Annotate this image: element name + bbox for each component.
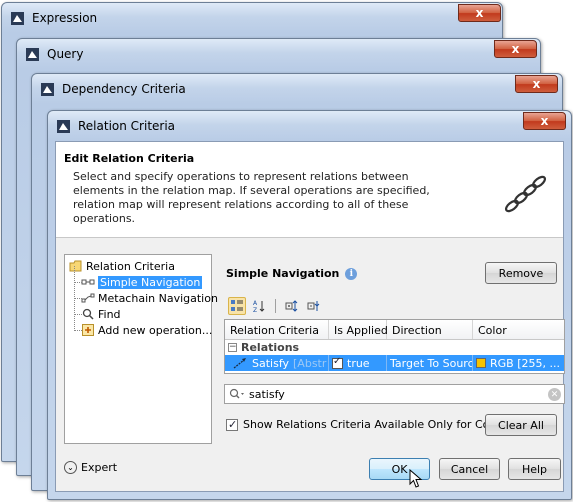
dialog-header: Edit Relation Criteria Select and specif… — [56, 142, 563, 238]
row-name: Satisfy — [252, 356, 290, 370]
dependency-close-button[interactable]: x — [515, 75, 558, 93]
table-row[interactable]: Satisfy [Abstr true Target To Source RGB… — [225, 355, 564, 371]
relation-title-bar[interactable]: Relation Criteria — [48, 111, 571, 141]
collapse-all-icon — [307, 301, 320, 311]
app-icon — [11, 11, 24, 25]
remove-button[interactable]: Remove — [485, 262, 557, 284]
context-only-checkbox[interactable] — [226, 418, 238, 431]
tree-root[interactable]: Relation Criteria — [69, 258, 211, 274]
column-header[interactable]: Color — [473, 320, 564, 339]
header-title: Edit Relation Criteria — [64, 152, 195, 165]
collapse-icon[interactable]: − — [228, 343, 237, 352]
tree-item-find[interactable]: Find — [69, 298, 211, 322]
panel-title-row: Simple Navigation i — [226, 267, 358, 280]
app-icon — [41, 82, 54, 96]
app-icon — [26, 47, 39, 61]
clear-search-icon[interactable]: ✕ — [548, 388, 561, 401]
query-title: Query — [47, 47, 84, 61]
relations-grid[interactable]: Relation Criteria Is Applied Direction C… — [224, 319, 565, 374]
row-color: RGB [255, ... — [490, 356, 560, 370]
query-close-button[interactable]: x — [494, 40, 537, 58]
panel-title: Simple Navigation — [226, 267, 340, 280]
applied-checkbox[interactable] — [332, 356, 343, 369]
row-name-cell[interactable]: Satisfy [Abstr — [225, 355, 329, 371]
categorized-icon — [231, 300, 243, 311]
app-icon — [57, 119, 70, 133]
search-icon — [229, 388, 244, 399]
svg-text:Z: Z — [253, 307, 257, 313]
relation-title: Relation Criteria — [78, 119, 176, 133]
row-direction-cell[interactable]: Target To Source — [387, 355, 473, 371]
operations-tree[interactable]: Relation Criteria Simple Navigation Meta… — [64, 254, 218, 444]
navigation-icon — [81, 279, 95, 285]
context-filter-row: Show Relations Criteria Available Only f… — [226, 418, 518, 431]
cancel-button[interactable]: Cancel — [439, 458, 500, 480]
grid-header: Relation Criteria Is Applied Direction C… — [225, 320, 564, 340]
color-swatch — [476, 358, 486, 368]
relation-criteria-dialog: Relation Criteria x Edit Relation Criter… — [47, 110, 572, 500]
tree-item-label: Metachain Navigation — [98, 291, 218, 305]
row-color-cell[interactable]: RGB [255, ... — [473, 355, 564, 371]
row-direction: Target To Source — [390, 356, 473, 370]
add-icon — [82, 324, 94, 336]
tree-item-add-operation[interactable]: Add new operation... — [69, 314, 213, 338]
categorized-view-button[interactable] — [228, 297, 246, 315]
clear-all-button[interactable]: Clear All — [485, 414, 557, 436]
tree-item-label: Simple Navigation — [98, 275, 203, 289]
tree-item-label: Add new operation... — [98, 323, 213, 337]
collapse-all-button[interactable] — [305, 297, 323, 315]
column-header[interactable]: Relation Criteria — [225, 320, 329, 339]
help-button[interactable]: Help — [508, 458, 561, 480]
expand-all-button[interactable] — [283, 297, 301, 315]
header-description: Select and specify operations to represe… — [73, 170, 430, 225]
row-applied-cell[interactable]: true — [329, 355, 387, 371]
satisfy-relation-icon — [233, 358, 246, 369]
search-field[interactable]: ✕ — [224, 384, 565, 404]
dependency-title-bar[interactable]: Dependency Criteria — [32, 74, 562, 104]
expression-close-button[interactable]: x — [458, 4, 501, 22]
info-icon[interactable]: i — [345, 267, 358, 280]
search-input[interactable] — [245, 387, 525, 401]
expression-title-bar[interactable]: Expression — [2, 3, 502, 33]
svg-text:A: A — [253, 300, 258, 307]
mouse-cursor-icon — [409, 469, 423, 488]
query-title-bar[interactable]: Query — [17, 39, 540, 69]
tree-item-simple-navigation[interactable]: Simple Navigation — [69, 266, 211, 290]
tree-item-label: Find — [98, 307, 121, 321]
chain-icon — [504, 175, 547, 213]
sort-az-icon: AZ — [253, 300, 265, 313]
dependency-title: Dependency Criteria — [62, 82, 186, 96]
column-header[interactable]: Is Applied — [329, 320, 388, 339]
chevron-down-icon: ⌄ — [64, 461, 77, 474]
find-icon — [82, 308, 94, 320]
relation-close-button[interactable]: x — [523, 112, 566, 130]
context-only-label[interactable]: Show Relations Criteria Available Only f… — [243, 418, 518, 431]
grid-toolbar: AZ — [228, 296, 323, 316]
dialog-body: Edit Relation Criteria Select and specif… — [55, 141, 565, 492]
row-applied: true — [347, 356, 370, 370]
metachain-icon — [81, 293, 95, 303]
expert-label: Expert — [81, 461, 118, 474]
tree-item-metachain-navigation[interactable]: Metachain Navigation — [69, 282, 218, 306]
expert-toggle[interactable]: ⌄ Expert — [64, 461, 117, 474]
column-header[interactable]: Direction — [387, 320, 473, 339]
dialog-footer: ⌄ Expert OK Cancel Help — [56, 447, 563, 491]
row-name-faded: [Abstr — [293, 356, 327, 370]
group-row[interactable]: − Relations — [225, 340, 564, 355]
tree-root-label: Relation Criteria — [86, 259, 175, 273]
toolbar-separator — [275, 299, 276, 313]
expression-title: Expression — [32, 11, 98, 25]
group-label: Relations — [241, 341, 300, 354]
expand-all-icon — [285, 300, 298, 312]
sort-alphabetical-button[interactable]: AZ — [250, 297, 268, 315]
